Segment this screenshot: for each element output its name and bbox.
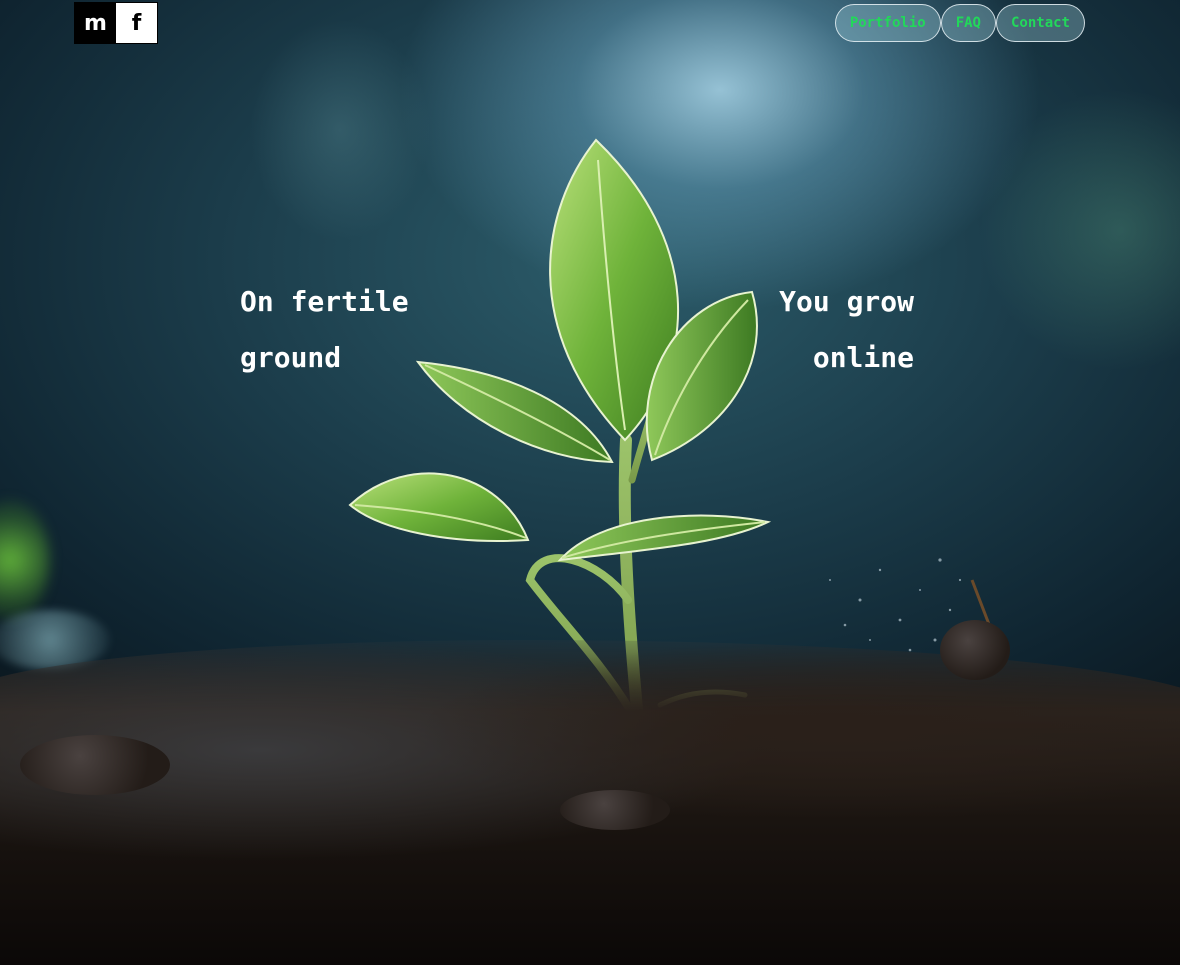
nav-link-portfolio[interactable]: Portfolio [834, 4, 941, 42]
hero-heading-left-line-2: ground [240, 341, 342, 374]
nav-link-contact[interactable]: Contact [995, 4, 1085, 42]
logo-m-mark: m [75, 3, 116, 43]
soil-clod [560, 790, 670, 830]
soil-clod [940, 620, 1010, 680]
soil-clod [20, 735, 170, 795]
hero-heading-left: On fertile ground [240, 260, 409, 400]
logo-f-mark: f [116, 3, 157, 43]
hero-section: m f Portfolio FAQ Contact On fertile gro… [0, 0, 1180, 965]
hero-heading-left-line-1: On fertile [240, 285, 409, 318]
nav-link-faq[interactable]: FAQ [940, 4, 996, 42]
site-logo[interactable]: m f [74, 2, 158, 44]
hero-heading-right-line-2: online [812, 341, 914, 374]
main-navigation: Portfolio FAQ Contact [834, 4, 1085, 42]
hero-heading-right-line-1: You grow [779, 285, 914, 318]
hero-heading-right: You grow online [779, 260, 914, 400]
